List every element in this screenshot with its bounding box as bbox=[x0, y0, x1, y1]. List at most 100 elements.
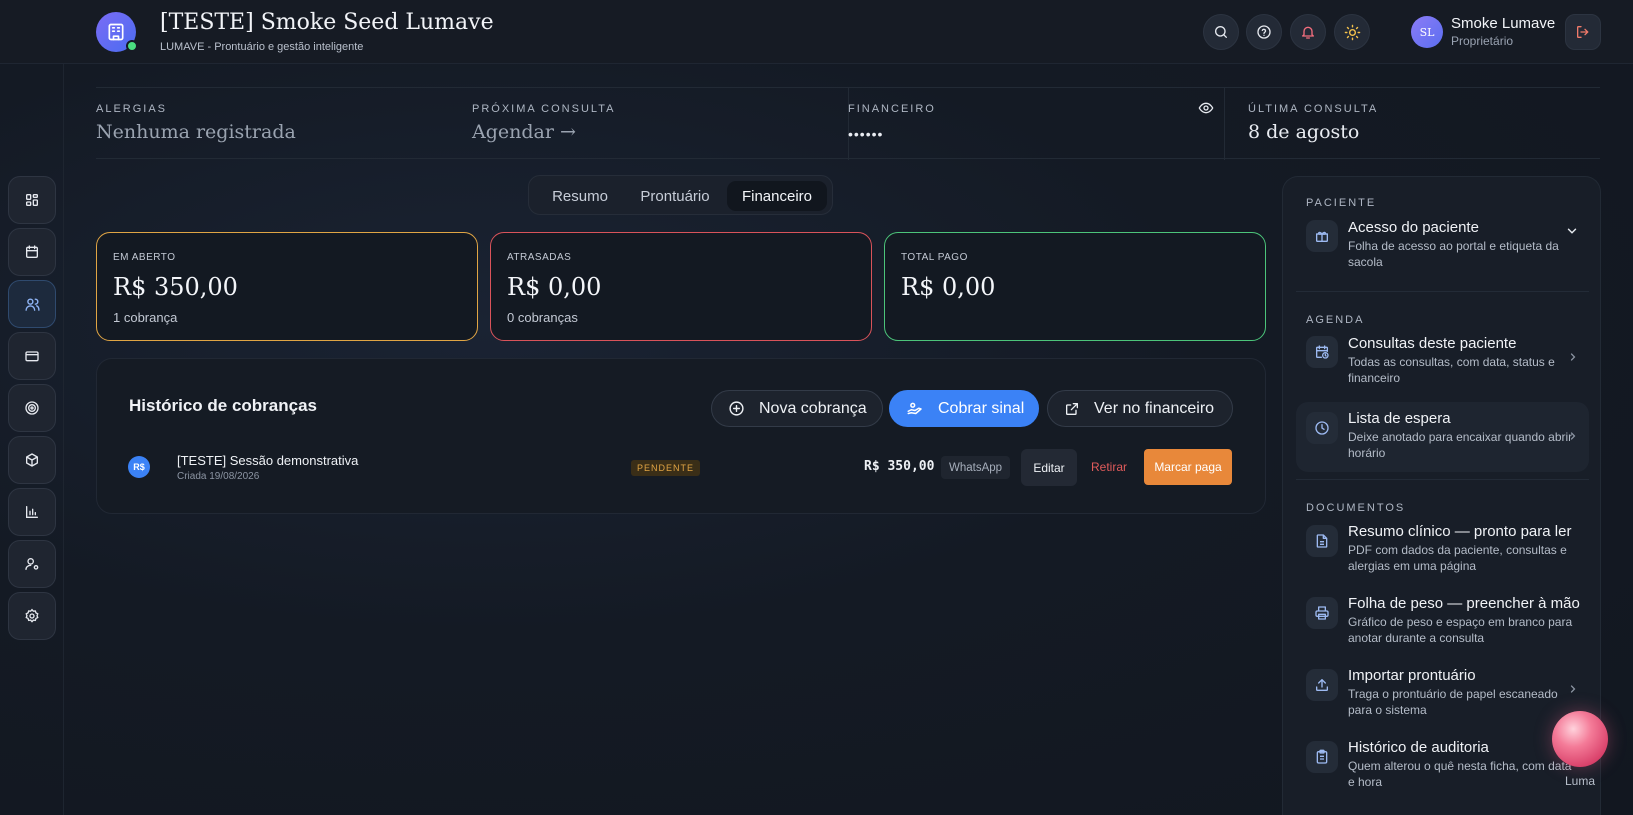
card-label: TOTAL PAGO bbox=[901, 252, 968, 263]
audit-history-desc: Quem alterou o quê nesta ficha, com data… bbox=[1348, 759, 1572, 789]
whatsapp-button[interactable]: WhatsApp bbox=[941, 456, 1011, 479]
charge-title[interactable]: [TESTE] Sessão demonstrativa bbox=[177, 453, 358, 468]
search-icon bbox=[1215, 26, 1227, 38]
view-in-finance-button[interactable]: Ver no financeiro bbox=[1047, 390, 1233, 427]
calendar-icon bbox=[26, 245, 38, 258]
card-label: ATRASADAS bbox=[507, 252, 572, 263]
r-icon-wrap bbox=[1306, 741, 1338, 773]
sidebar-item-relatorios[interactable] bbox=[8, 488, 56, 536]
external-link-icon bbox=[1066, 402, 1078, 415]
mark-paid-button[interactable]: Marcar paga bbox=[1144, 449, 1232, 485]
billing-history-panel: Histórico de cobranças Nova cobrança Cob… bbox=[96, 358, 1266, 514]
logout-button[interactable] bbox=[1565, 14, 1601, 50]
target-icon bbox=[25, 401, 39, 415]
clock-icon bbox=[1315, 421, 1329, 435]
users-icon bbox=[24, 297, 40, 311]
remove-button[interactable]: Retirar bbox=[1091, 460, 1127, 474]
charge-deposit-label: Cobrar sinal bbox=[938, 399, 1025, 417]
stat-proxima-consulta[interactable]: PRÓXIMA CONSULTA Agendar → bbox=[472, 88, 832, 160]
chevron-right-icon bbox=[1570, 432, 1576, 440]
theme-toggle-button[interactable] bbox=[1334, 14, 1370, 50]
appointments-title: Consultas deste paciente bbox=[1348, 335, 1517, 352]
sidebar-item-financeiro[interactable] bbox=[8, 332, 56, 380]
edit-button[interactable]: Editar bbox=[1021, 449, 1077, 486]
clinic-logo[interactable] bbox=[96, 12, 138, 52]
stat-ultima-label: ÚLTIMA CONSULTA bbox=[1248, 103, 1379, 115]
card-label: EM ABERTO bbox=[113, 252, 176, 263]
calendar-clock-icon bbox=[1316, 345, 1329, 359]
status-badge: PENDENTE bbox=[631, 460, 701, 476]
r-icon-wrap bbox=[1306, 336, 1338, 368]
tab-resumo[interactable]: Resumo bbox=[537, 181, 623, 211]
user-avatar[interactable]: SL bbox=[1411, 16, 1443, 48]
sun-icon bbox=[1344, 24, 1360, 40]
sidebar-item-estoque[interactable] bbox=[8, 436, 56, 484]
gift-icon bbox=[1316, 231, 1328, 242]
appointments-desc: Todas as consultas, com data, status e f… bbox=[1348, 355, 1555, 385]
sidebar-item-configuracoes[interactable] bbox=[8, 592, 56, 640]
r-icon-wrap bbox=[1306, 597, 1338, 629]
file-text-icon bbox=[1316, 534, 1328, 548]
luma-assistant-button[interactable] bbox=[1552, 711, 1608, 767]
section-agenda: AGENDA bbox=[1306, 314, 1365, 326]
user-role: Proprietário bbox=[1451, 34, 1514, 48]
sidebar-item-metas[interactable] bbox=[8, 384, 56, 432]
patient-access-title: Acesso do paciente bbox=[1348, 219, 1479, 236]
luma-label: Luma bbox=[1565, 774, 1596, 788]
view-in-finance-label: Ver no financeiro bbox=[1094, 399, 1215, 417]
patient-access-item[interactable]: Acesso do paciente Folha de acesso ao po… bbox=[1296, 212, 1589, 282]
section-divider bbox=[1296, 291, 1589, 292]
import-record-item[interactable]: Importar prontuário Traga o prontuário d… bbox=[1296, 661, 1589, 725]
audit-history-title: Histórico de auditoria bbox=[1348, 739, 1489, 756]
logout-icon bbox=[1577, 26, 1589, 38]
sidebar-item-agenda[interactable] bbox=[8, 228, 56, 276]
app-subtitle: LUMAVE - Prontuário e gestão inteligente bbox=[160, 41, 364, 53]
patient-appointments-item[interactable]: Consultas deste paciente Todas as consul… bbox=[1296, 329, 1589, 393]
charge-amount: R$ 350,00 bbox=[864, 459, 935, 474]
sidebar-item-pacientes[interactable] bbox=[8, 280, 56, 328]
charge-avatar: R$ bbox=[128, 456, 150, 478]
left-sidebar bbox=[0, 64, 64, 815]
tab-financeiro[interactable]: Financeiro bbox=[727, 181, 827, 211]
new-charge-button[interactable]: Nova cobrança bbox=[711, 390, 883, 427]
tab-prontuario[interactable]: Prontuário bbox=[623, 181, 727, 211]
box-icon bbox=[26, 453, 38, 467]
patient-access-desc: Folha de acesso ao portal e etiqueta da … bbox=[1348, 239, 1559, 269]
waitlist-desc: Deixe anotado para encaixar quando abrir… bbox=[1348, 430, 1573, 460]
bell-icon bbox=[1302, 26, 1314, 39]
audit-history-item[interactable]: Histórico de auditoria Quem alterou o qu… bbox=[1296, 733, 1589, 797]
printer-icon bbox=[1315, 606, 1329, 620]
waitlist-item[interactable]: Lista de espera Deixe anotado para encai… bbox=[1296, 402, 1589, 472]
card-em-aberto: EM ABERTO R$ 350,00 1 cobrança bbox=[96, 232, 478, 341]
sidebar-item-equipe[interactable] bbox=[8, 540, 56, 588]
stat-alergias: ALERGIAS Nenhuma registrada bbox=[96, 88, 456, 160]
eye-icon[interactable] bbox=[1198, 100, 1214, 116]
card-subtext: 0 cobranças bbox=[507, 310, 578, 325]
sidebar-item-dashboard[interactable] bbox=[8, 176, 56, 224]
clinical-summary-item[interactable]: Resumo clínico — pronto para ler PDF com… bbox=[1296, 517, 1589, 581]
user-name[interactable]: Smoke Lumave bbox=[1451, 15, 1555, 32]
search-button[interactable] bbox=[1203, 14, 1239, 50]
help-button[interactable] bbox=[1246, 14, 1282, 50]
card-value: R$ 0,00 bbox=[901, 273, 996, 301]
chevron-down-icon bbox=[1567, 228, 1577, 234]
bar-chart-icon bbox=[26, 506, 38, 518]
card-atrasadas: ATRASADAS R$ 0,00 0 cobranças bbox=[490, 232, 872, 341]
section-paciente: PACIENTE bbox=[1306, 197, 1377, 209]
stat-proxima-label: PRÓXIMA CONSULTA bbox=[472, 103, 616, 115]
patient-tabs: Resumo Prontuário Financeiro bbox=[528, 175, 833, 215]
new-charge-label: Nova cobrança bbox=[759, 399, 867, 417]
weight-sheet-item[interactable]: Folha de peso — preencher à mão Gráfico … bbox=[1296, 589, 1589, 653]
section-divider bbox=[1296, 479, 1589, 480]
r-icon-wrap bbox=[1306, 525, 1338, 557]
charge-created-date: Criada 19/08/2026 bbox=[177, 471, 260, 482]
r-icon-wrap bbox=[1306, 412, 1338, 444]
user-cog-icon bbox=[25, 558, 39, 570]
charge-deposit-button[interactable]: Cobrar sinal bbox=[889, 390, 1039, 427]
stat-financeiro-label: FINANCEIRO bbox=[848, 103, 936, 115]
stat-ultima-value: 8 de agosto bbox=[1248, 121, 1360, 143]
hand-coins-icon bbox=[907, 402, 922, 414]
notifications-button[interactable] bbox=[1290, 14, 1326, 50]
schedule-link[interactable]: Agendar → bbox=[472, 121, 576, 143]
online-status-dot bbox=[126, 40, 138, 52]
